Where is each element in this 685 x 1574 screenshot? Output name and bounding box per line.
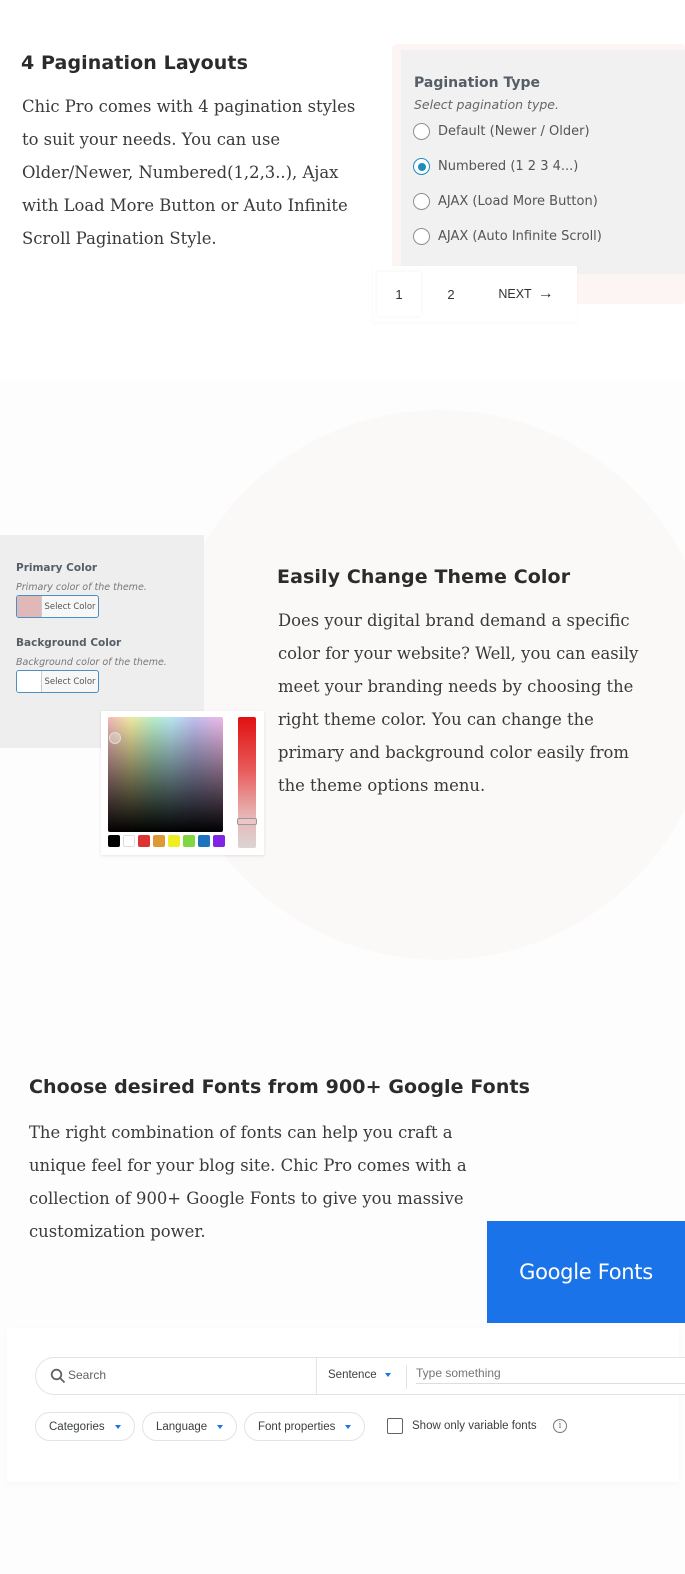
pagination-description: Chic Pro comes with 4 pagination styles … xyxy=(22,97,356,248)
divider xyxy=(406,1365,407,1389)
pagination-type-description: Select pagination type. xyxy=(414,97,559,112)
palette-swatch[interactable] xyxy=(108,835,120,847)
background-color-description: Background color of the theme. xyxy=(16,657,167,668)
radio-label: AJAX (Load More Button) xyxy=(438,194,598,209)
palette-swatch[interactable] xyxy=(153,835,165,847)
pagination-settings-panel: Pagination Type Select pagination type. … xyxy=(401,50,685,274)
filter-label: Language xyxy=(156,1420,208,1433)
pagination-bar: 1 2 NEXT → xyxy=(373,266,577,322)
next-page-link[interactable]: NEXT → xyxy=(491,266,561,322)
filter-label: Font properties xyxy=(258,1420,336,1433)
caret-down-icon xyxy=(114,1424,121,1429)
arrow-right-icon: → xyxy=(537,285,554,302)
color-palette xyxy=(108,835,225,847)
background-color-select-button[interactable]: Select Color xyxy=(16,670,99,693)
fonts-heading: Choose desired Fonts from 900+ Google Fo… xyxy=(29,1076,531,1098)
hue-slider[interactable] xyxy=(237,717,257,848)
radio-label: Numbered (1 2 3 4...) xyxy=(438,159,579,174)
caret-down-icon xyxy=(217,1424,224,1429)
preview-text-input[interactable] xyxy=(416,1366,685,1384)
search-icon xyxy=(50,1368,66,1384)
palette-swatch[interactable] xyxy=(183,835,195,847)
background-color-swatch xyxy=(17,671,42,692)
select-color-label: Select Color xyxy=(44,676,96,687)
palette-swatch[interactable] xyxy=(168,835,180,847)
palette-swatch[interactable] xyxy=(123,835,135,847)
background-color-label: Background Color xyxy=(16,637,122,649)
palette-swatch[interactable] xyxy=(198,835,210,847)
pagination-type-label: Pagination Type xyxy=(414,75,541,91)
info-icon[interactable]: i xyxy=(553,1419,567,1433)
search-bar: Sentence xyxy=(35,1357,685,1395)
radio-button-checked[interactable] xyxy=(413,158,430,175)
radio-label: Default (Newer / Older) xyxy=(438,124,590,139)
radio-button[interactable] xyxy=(413,123,430,140)
search-input[interactable] xyxy=(68,1368,308,1382)
primary-color-select-button[interactable]: Select Color xyxy=(16,595,99,618)
variable-fonts-checkbox[interactable] xyxy=(387,1418,403,1434)
hue-slider-handle[interactable] xyxy=(237,818,257,826)
font-properties-filter[interactable]: Font properties xyxy=(244,1412,366,1441)
radio-option-numbered[interactable]: Numbered (1 2 3 4...) xyxy=(413,158,578,175)
filter-label: Categories xyxy=(49,1420,105,1433)
google-fonts-banner: Google Fonts xyxy=(487,1221,685,1323)
google-fonts-toolbar: Sentence Categories Language Font proper… xyxy=(7,1328,685,1482)
palette-swatch[interactable] xyxy=(213,835,225,847)
primary-color-description: Primary color of the theme. xyxy=(16,582,147,593)
primary-color-swatch xyxy=(17,596,42,617)
page-2-link[interactable]: 2 xyxy=(431,266,471,322)
pagination-heading: 4 Pagination Layouts xyxy=(21,52,249,74)
next-label: NEXT xyxy=(498,287,532,301)
theme-color-description: Does your digital brand demand a specifi… xyxy=(278,611,639,795)
saturation-handle[interactable] xyxy=(109,732,121,744)
variable-fonts-toggle[interactable]: Show only variable fonts xyxy=(387,1418,537,1434)
palette-swatch[interactable] xyxy=(138,835,150,847)
categories-filter[interactable]: Categories xyxy=(35,1412,135,1441)
preview-mode-dropdown[interactable]: Sentence xyxy=(328,1369,391,1381)
radio-label: AJAX (Auto Infinite Scroll) xyxy=(438,229,602,244)
caret-down-icon xyxy=(345,1424,352,1429)
variable-fonts-label: Show only variable fonts xyxy=(412,1420,537,1432)
primary-color-label: Primary Color xyxy=(16,562,98,574)
radio-button[interactable] xyxy=(413,193,430,210)
fonts-description: The right combination of fonts can help … xyxy=(29,1123,467,1241)
radio-option-default[interactable]: Default (Newer / Older) xyxy=(413,123,590,140)
radio-button[interactable] xyxy=(413,228,430,245)
language-filter[interactable]: Language xyxy=(142,1412,238,1441)
color-picker xyxy=(101,711,264,855)
radio-option-ajax-load-more[interactable]: AJAX (Load More Button) xyxy=(413,193,598,210)
theme-color-heading: Easily Change Theme Color xyxy=(277,566,571,588)
radio-option-ajax-infinite[interactable]: AJAX (Auto Infinite Scroll) xyxy=(413,228,602,245)
select-color-label: Select Color xyxy=(44,601,96,612)
saturation-field[interactable] xyxy=(108,717,223,832)
preview-mode-label: Sentence xyxy=(328,1369,377,1381)
divider xyxy=(316,1358,317,1394)
google-fonts-logo: Google Fonts xyxy=(519,1260,653,1284)
caret-down-icon xyxy=(384,1373,391,1377)
page-1-link[interactable]: 1 xyxy=(377,272,421,316)
